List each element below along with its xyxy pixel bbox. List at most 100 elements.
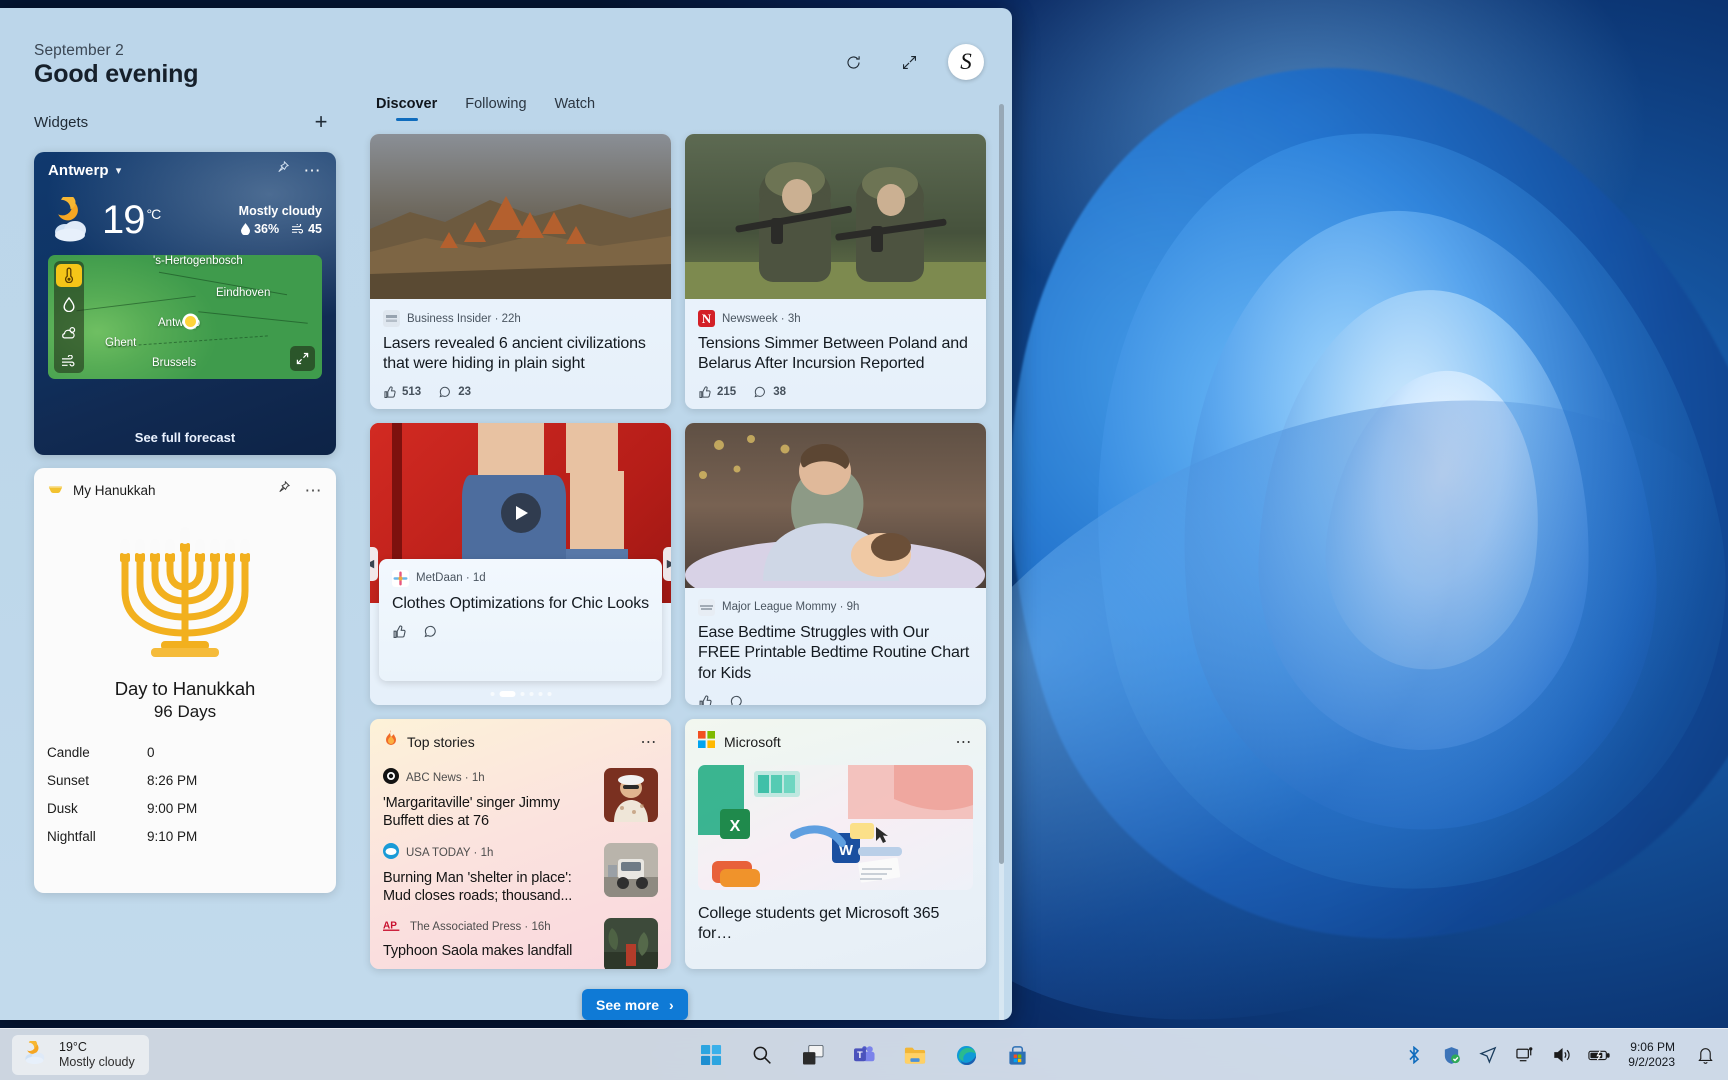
avatar[interactable]: S <box>948 44 984 80</box>
list-item[interactable]: AP The Associated Press · 16h Typhoon Sa… <box>370 910 671 969</box>
start-icon[interactable] <box>694 1038 728 1072</box>
row-value: 8:26 PM <box>147 772 198 788</box>
carousel-next-button[interactable]: ▶ <box>663 546 671 581</box>
scrollbar-thumb[interactable] <box>999 104 1004 864</box>
tab-following[interactable]: Following <box>465 96 526 121</box>
security-icon[interactable] <box>1439 1043 1463 1067</box>
list-item[interactable]: USA TODAY · 1h Burning Man 'shelter in p… <box>370 835 671 910</box>
taskbar-weather-temp: 19°C <box>59 1039 87 1054</box>
news-card[interactable]: Business Insider · 22h Lasers revealed 6… <box>370 134 671 409</box>
news-source: USA TODAY · 1h <box>406 847 494 860</box>
microsoft-caption[interactable]: College students get Microsoft 365 for… <box>685 890 986 945</box>
news-card-image <box>685 134 986 299</box>
teams-icon[interactable]: T <box>847 1038 881 1072</box>
weather-map[interactable]: 's-Hertogenbosch Eindhoven Antwerp Ghent… <box>48 255 322 379</box>
see-more-label: See more <box>596 996 660 1013</box>
microsoft-title: Microsoft <box>724 733 781 750</box>
refresh-icon[interactable] <box>836 45 870 79</box>
chevron-down-icon[interactable]: ▾ <box>116 164 122 177</box>
news-headline[interactable]: 'Margaritaville' singer Jimmy Buffett di… <box>383 794 594 831</box>
news-headline[interactable]: Lasers revealed 6 ancient civilizations … <box>383 334 658 375</box>
network-icon[interactable] <box>1513 1043 1537 1067</box>
weather-condition-icon <box>48 194 98 243</box>
hanukkah-widget[interactable]: My Hanukkah ⋯ Day to Hanukkah 96 Days Ca… <box>34 468 336 893</box>
carousel-dot-active[interactable] <box>499 690 515 697</box>
hanukkah-more-icon[interactable]: ⋯ <box>305 482 324 499</box>
pin-icon[interactable] <box>276 480 291 500</box>
temperature-layer-icon[interactable] <box>56 264 82 287</box>
news-card[interactable]: N Newsweek · 3h Tensions Simmer Between … <box>685 134 986 409</box>
top-stories-more-icon[interactable]: ⋯ <box>640 732 658 752</box>
file-explorer-icon[interactable] <box>898 1038 932 1072</box>
task-view-icon[interactable] <box>796 1038 830 1072</box>
weather-city[interactable]: Antwerp <box>48 162 109 179</box>
microsoft-widget[interactable]: Microsoft ⋯ X W College students get Mic… <box>685 718 986 969</box>
top-stories-widget[interactable]: Top stories ⋯ ABC News · 1h 'Margaritavi… <box>370 718 671 969</box>
map-boundary <box>76 295 196 312</box>
source-logo-icon <box>698 598 715 616</box>
news-headline[interactable]: Tensions Simmer Between Poland and Belar… <box>698 334 973 375</box>
carousel-dot[interactable] <box>538 691 542 696</box>
carousel-dot[interactable] <box>547 691 551 696</box>
news-headline[interactable]: Ease Bedtime Struggles with Our FREE Pri… <box>698 623 973 684</box>
wind-layer-icon[interactable] <box>56 350 82 373</box>
comment-button[interactable] <box>730 695 744 705</box>
comment-button[interactable] <box>424 625 438 639</box>
search-icon[interactable] <box>745 1038 779 1072</box>
source-logo-icon: N <box>698 310 715 327</box>
add-widget-button[interactable]: + <box>306 107 336 137</box>
weather-unit: °C <box>146 205 162 222</box>
pin-icon[interactable] <box>275 160 290 180</box>
hanukkah-times-table: Candle 0 Sunset 8:26 PM Dusk 9:00 PM Nig… <box>34 738 336 850</box>
comment-count[interactable]: 23 <box>439 386 471 399</box>
carousel-dot[interactable] <box>520 691 524 696</box>
like-button[interactable] <box>392 625 406 639</box>
map-expand-icon[interactable] <box>290 346 315 371</box>
list-item[interactable]: ABC News · 1h 'Margaritaville' singer Ji… <box>370 760 671 835</box>
video-carousel-card[interactable]: ◀ ▶ MetDaan · 1d Clothes Optimizations f… <box>370 422 671 705</box>
weather-humidity: 36% <box>241 222 279 236</box>
volume-icon[interactable] <box>1550 1043 1574 1067</box>
carousel-dots[interactable] <box>490 690 551 697</box>
precipitation-layer-icon[interactable] <box>56 293 82 316</box>
carousel-dot[interactable] <box>490 691 494 696</box>
location-icon[interactable] <box>1476 1043 1500 1067</box>
taskbar-clock[interactable]: 9:06 PM 9/2/2023 <box>1624 1040 1679 1070</box>
news-headline[interactable]: Burning Man 'shelter in place': Mud clos… <box>383 869 594 906</box>
microsoft-more-icon[interactable]: ⋯ <box>955 732 973 752</box>
news-card-image <box>685 422 986 588</box>
comment-count[interactable]: 38 <box>754 386 786 399</box>
weather-widget[interactable]: Antwerp ▾ ⋯ 19 °C Mostly cloudy 36% 45 '… <box>34 152 336 455</box>
like-button[interactable] <box>698 695 712 705</box>
see-more-button[interactable]: See more › <box>582 989 688 1020</box>
tab-watch[interactable]: Watch <box>555 96 596 121</box>
chevron-right-icon: › <box>669 996 674 1013</box>
tab-discover[interactable]: Discover <box>376 96 437 121</box>
table-row: Sunset 8:26 PM <box>47 766 336 794</box>
bell-icon[interactable] <box>1692 1042 1718 1068</box>
carousel-dot[interactable] <box>529 691 533 696</box>
carousel-prev-button[interactable]: ◀ <box>370 546 378 581</box>
taskbar-weather-widget[interactable]: 19°C Mostly cloudy <box>12 1035 149 1075</box>
row-value: 9:10 PM <box>147 828 198 844</box>
news-headline[interactable]: Typhoon Saola makes landfall <box>383 942 594 960</box>
like-count[interactable]: 513 <box>383 386 421 399</box>
see-full-forecast-button[interactable]: See full forecast <box>34 430 336 445</box>
news-headline[interactable]: Clothes Optimizations for Chic Looks <box>392 594 649 614</box>
microsoft-logo-icon <box>698 730 715 753</box>
edge-icon[interactable] <box>949 1038 983 1072</box>
feed-scrollbar[interactable] <box>999 104 1004 1020</box>
play-icon[interactable] <box>500 492 541 533</box>
svg-text:T: T <box>857 1050 863 1060</box>
cloud-layer-icon[interactable] <box>56 322 82 345</box>
battery-icon[interactable] <box>1587 1043 1611 1067</box>
table-row: Nightfall 9:10 PM <box>47 822 336 850</box>
expand-icon[interactable] <box>892 45 926 79</box>
like-count[interactable]: 215 <box>698 386 736 399</box>
bluetooth-icon[interactable] <box>1402 1043 1426 1067</box>
news-card[interactable]: Major League Mommy · 9h Ease Bedtime Str… <box>685 422 986 705</box>
weather-more-icon[interactable]: ⋯ <box>304 162 323 179</box>
microsoft-store-icon[interactable] <box>1000 1038 1034 1072</box>
hanukkah-title: My Hanukkah <box>73 482 156 498</box>
map-location-dot <box>185 316 196 327</box>
